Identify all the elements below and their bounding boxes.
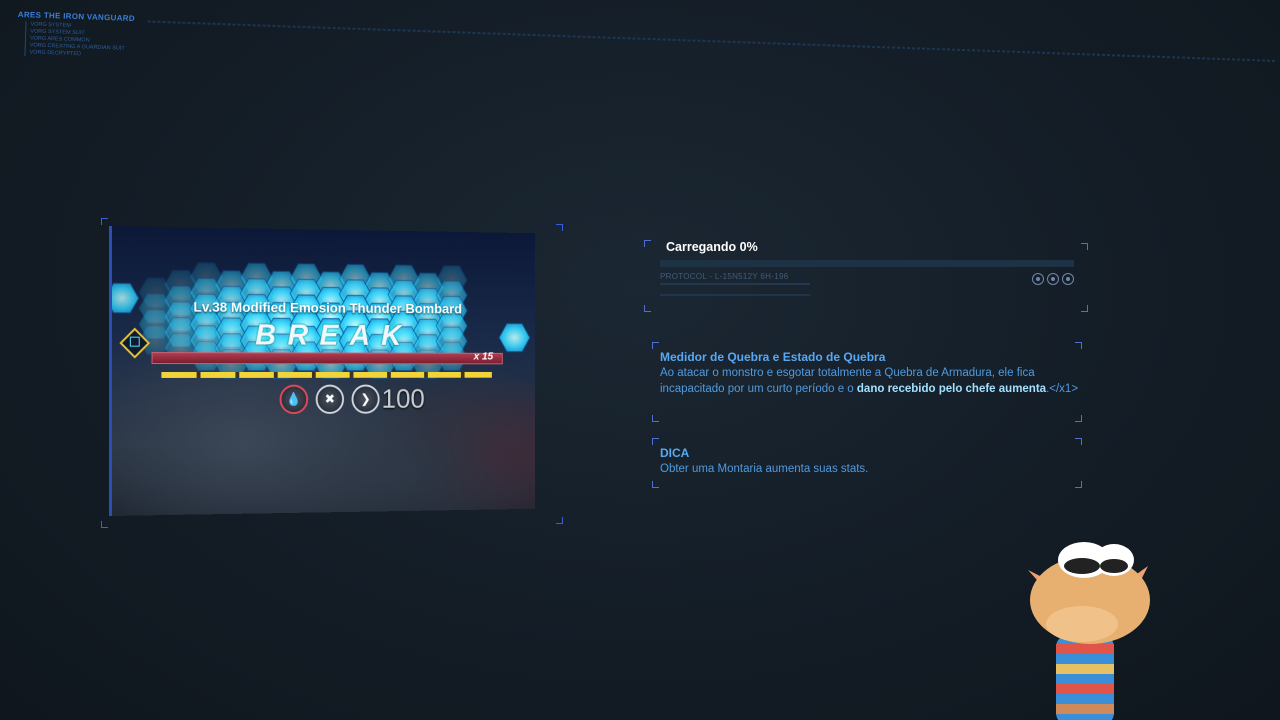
panel-bracket — [652, 438, 659, 445]
panel-bracket — [1075, 481, 1082, 488]
panel-bracket — [652, 481, 659, 488]
tip-title: DICA — [660, 446, 690, 460]
panel-bracket — [1075, 342, 1082, 349]
tip-panel: DICA Obter uma Montaria aumenta suas sta… — [652, 438, 1082, 488]
frame-corner — [556, 224, 563, 231]
frame-corner — [101, 521, 108, 528]
panel-bracket — [1075, 415, 1082, 422]
protocol-code: PROTOCOL - L-15N512Y 6H-196 — [660, 272, 789, 281]
loading-panel: Carregando 0% PROTOCOL - L-15N512Y 6H-19… — [644, 240, 1088, 312]
loading-label: Carregando 0% — [666, 240, 758, 254]
system-log: ARES THE IRON VANGUARD VORG SYSTEM VORG … — [16, 10, 1279, 101]
panel-bracket — [644, 240, 651, 247]
info-body: Ao atacar o monstro e esgotar totalmente… — [660, 366, 1080, 397]
frame-corner — [556, 517, 563, 524]
protocol-subline — [660, 294, 810, 296]
loading-progress-bar — [660, 260, 1074, 267]
status-dot-icon — [1047, 273, 1059, 285]
panel-bracket — [652, 415, 659, 422]
boss-hp-bar — [151, 352, 503, 365]
info-title: Medidor de Quebra e Estado de Quebra — [660, 350, 886, 364]
panel-bracket — [1081, 305, 1088, 312]
break-preview-image: Lv.38 Modified Emosion Thunder Bombard B… — [109, 226, 536, 516]
panel-bracket — [1081, 243, 1088, 250]
mascot-worm — [1028, 542, 1150, 720]
panel-bracket — [1075, 438, 1082, 445]
info-body-suffix: .</x1> — [1046, 382, 1079, 395]
frame-corner — [101, 218, 108, 225]
water-shield-icon: 💧 — [279, 384, 309, 415]
break-gauge — [161, 371, 492, 378]
protocol-subline — [660, 283, 810, 285]
hexagon-tile — [111, 283, 139, 313]
panel-bracket — [644, 305, 651, 312]
mascot-head — [1028, 542, 1150, 644]
break-info-panel: Medidor de Quebra e Estado de Quebra Ao … — [652, 342, 1082, 422]
break-shield-icon: ❯ — [351, 384, 380, 414]
resistance-icons: 💧 ✖ ❯ 100 — [279, 383, 425, 416]
boss-name: Lv.38 Modified Emosion Thunder Bombard — [193, 298, 463, 317]
status-dot-icon — [1062, 273, 1074, 285]
panel-bracket — [652, 342, 659, 349]
tip-body: Obter uma Montaria aumenta suas stats. — [660, 463, 869, 475]
crossed-swords-icon: ✖ — [315, 384, 345, 414]
status-dot-icon — [1032, 273, 1044, 285]
hexagon-tile — [499, 324, 530, 352]
resistance-value: 100 — [381, 383, 425, 414]
hp-multiplier: x 15 — [473, 350, 494, 363]
tutorial-preview-frame: Lv.38 Modified Emosion Thunder Bombard B… — [101, 218, 563, 528]
status-dots — [1029, 272, 1074, 290]
mascot-body — [1056, 635, 1114, 720]
break-label: BREAK — [255, 318, 413, 352]
info-highlight: dano recebido pelo chefe aumenta — [856, 382, 1047, 395]
